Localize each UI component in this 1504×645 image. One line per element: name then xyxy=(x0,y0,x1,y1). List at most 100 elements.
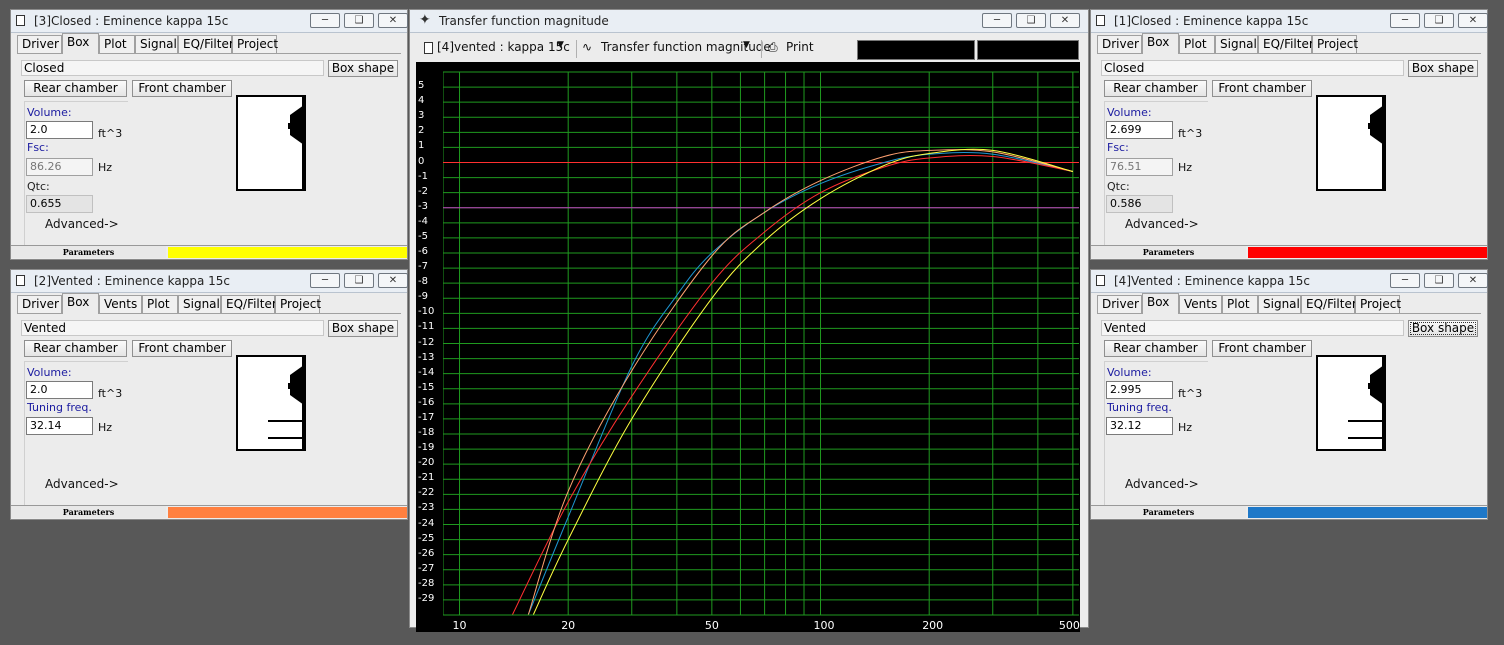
box-shape-image xyxy=(1316,95,1386,191)
y-tick-label: -24 xyxy=(418,517,435,529)
minimize-button[interactable]: ─ xyxy=(310,273,340,288)
print-button[interactable]: Print xyxy=(786,40,814,54)
tab-signal[interactable]: Signal xyxy=(1215,35,1258,53)
rear-chamber-button[interactable]: Rear chamber xyxy=(1104,80,1207,97)
y-tick-label: -28 xyxy=(418,577,435,589)
minimize-button[interactable]: ─ xyxy=(1390,13,1420,28)
x-tick-label: 100 xyxy=(813,619,835,632)
rear-chamber-button[interactable]: Rear chamber xyxy=(24,80,127,97)
box-shape-button[interactable]: Box shape xyxy=(328,320,398,337)
freq-input[interactable]: 32.14 xyxy=(26,417,93,435)
plot-window-title: Transfer function magnitude xyxy=(439,14,609,28)
parameters-label: Parameters xyxy=(11,246,166,258)
rear-chamber-button[interactable]: Rear chamber xyxy=(1104,340,1207,357)
parameters-bar: Parameters xyxy=(1091,505,1487,519)
tab-signal[interactable]: Signal xyxy=(135,35,178,53)
close-button[interactable]: ✕ xyxy=(1050,13,1080,28)
y-tick-label: 4 xyxy=(418,95,425,107)
box-shape-button[interactable]: Box shape xyxy=(328,60,398,77)
freq-input[interactable]: 86.26 xyxy=(26,158,93,176)
tab-project[interactable]: Project xyxy=(1312,35,1358,53)
tab-box[interactable]: Box xyxy=(62,293,99,314)
tab-vents[interactable]: Vents xyxy=(1179,295,1222,313)
tab-eqfilter[interactable]: EQ/Filter xyxy=(221,295,277,313)
chevron-down-icon[interactable]: ▼ xyxy=(557,40,564,50)
advanced-link[interactable]: Advanced-> xyxy=(1125,477,1199,491)
project-select[interactable]: [4]vented : kappa 15c xyxy=(437,40,570,54)
title-bar[interactable]: [3]Closed : Eminence kappa 15c ─ ❑ ✕ xyxy=(11,10,408,33)
box-shape-button[interactable]: Box shape xyxy=(1408,60,1478,77)
front-chamber-button[interactable]: Front chamber xyxy=(132,80,232,97)
tab-eqfilter[interactable]: EQ/Filter xyxy=(1301,295,1357,313)
close-button[interactable]: ✕ xyxy=(1458,13,1488,28)
box-shape-button[interactable]: Box shape xyxy=(1408,320,1478,337)
series-color-swatch[interactable] xyxy=(1248,247,1487,258)
window-title: [4]Vented : Eminence kappa 15c xyxy=(1114,274,1310,288)
tab-eqfilter[interactable]: EQ/Filter xyxy=(1258,35,1314,53)
minimize-button[interactable]: ─ xyxy=(310,13,340,28)
maximize-button[interactable]: ❑ xyxy=(1016,13,1046,28)
front-chamber-button[interactable]: Front chamber xyxy=(132,340,232,357)
tab-project[interactable]: Project xyxy=(232,35,278,53)
series-color-swatch[interactable] xyxy=(168,507,407,518)
box-type-display: Closed xyxy=(1101,60,1404,76)
close-button[interactable]: ✕ xyxy=(378,13,408,28)
maximize-button[interactable]: ❑ xyxy=(344,273,374,288)
tab-box[interactable]: Box xyxy=(1142,33,1179,54)
readout-box-1 xyxy=(857,40,975,60)
tab-signal[interactable]: Signal xyxy=(1258,295,1301,313)
maximize-button[interactable]: ❑ xyxy=(1424,273,1454,288)
rear-chamber-button[interactable]: Rear chamber xyxy=(24,340,127,357)
minimize-button[interactable]: ─ xyxy=(982,13,1012,28)
title-bar[interactable]: [4]Vented : Eminence kappa 15c ─ ❑ ✕ xyxy=(1091,270,1488,293)
tab-project[interactable]: Project xyxy=(1355,295,1401,313)
y-tick-label: -29 xyxy=(418,592,435,604)
transfer-function-plot[interactable]: 5 4 3 2 1 0 -1 -2 -3 -4 -5 -6 -7 -8 -9 -10 -11 -12 -13 -14-… xyxy=(416,62,1080,632)
y-tick-label: -26 xyxy=(418,547,435,559)
tab-project[interactable]: Project xyxy=(275,295,321,313)
front-chamber-button[interactable]: Front chamber xyxy=(1212,80,1312,97)
tab-driver[interactable]: Driver xyxy=(1097,295,1142,313)
tab-box[interactable]: Box xyxy=(62,33,99,54)
tab-eqfilter[interactable]: EQ/Filter xyxy=(178,35,234,53)
close-button[interactable]: ✕ xyxy=(378,273,408,288)
maximize-button[interactable]: ❑ xyxy=(1424,13,1454,28)
tab-driver[interactable]: Driver xyxy=(17,295,62,313)
freq-input[interactable]: 32.12 xyxy=(1106,417,1173,435)
tab-signal[interactable]: Signal xyxy=(178,295,221,313)
tab-plot[interactable]: Plot xyxy=(99,35,135,53)
tab-plot[interactable]: Plot xyxy=(1179,35,1215,53)
transfer-function-window: ✦ Transfer function magnitude ─ ❑ ✕ [4]v… xyxy=(409,9,1089,632)
tab-plot[interactable]: Plot xyxy=(1222,295,1258,313)
y-tick-label: 2 xyxy=(418,125,425,137)
volume-input[interactable]: 2.0 xyxy=(26,121,93,139)
y-tick-label: -16 xyxy=(418,396,435,408)
advanced-link[interactable]: Advanced-> xyxy=(45,477,119,491)
series-line-3 xyxy=(527,149,1074,616)
close-button[interactable]: ✕ xyxy=(1458,273,1488,288)
tab-driver[interactable]: Driver xyxy=(1097,35,1142,53)
box-shape-image xyxy=(236,95,306,191)
tab-box[interactable]: Box xyxy=(1142,293,1179,314)
volume-input[interactable]: 2.995 xyxy=(1106,381,1173,399)
advanced-link[interactable]: Advanced-> xyxy=(1125,217,1199,231)
qtc-value: 0.586 xyxy=(1106,195,1173,213)
title-bar[interactable]: [1]Closed : Eminence kappa 15c ─ ❑ ✕ xyxy=(1091,10,1488,33)
volume-input[interactable]: 2.0 xyxy=(26,381,93,399)
y-tick-label: -21 xyxy=(418,472,435,484)
advanced-link[interactable]: Advanced-> xyxy=(45,217,119,231)
minimize-button[interactable]: ─ xyxy=(1390,273,1420,288)
chevron-down-icon[interactable]: ▼ xyxy=(743,40,750,50)
title-bar[interactable]: [2]Vented : Eminence kappa 15c ─ ❑ ✕ xyxy=(11,270,408,293)
freq-input[interactable]: 76.51 xyxy=(1106,158,1173,176)
series-color-swatch[interactable] xyxy=(168,247,407,258)
tab-vents[interactable]: Vents xyxy=(99,295,142,313)
maximize-button[interactable]: ❑ xyxy=(344,13,374,28)
series-color-swatch[interactable] xyxy=(1248,507,1487,518)
printer-icon[interactable]: ⎙ xyxy=(768,40,778,55)
tab-plot[interactable]: Plot xyxy=(142,295,178,313)
tab-driver[interactable]: Driver xyxy=(17,35,62,53)
plot-title-bar[interactable]: ✦ Transfer function magnitude ─ ❑ ✕ xyxy=(410,10,1088,33)
front-chamber-button[interactable]: Front chamber xyxy=(1212,340,1312,357)
volume-input[interactable]: 2.699 xyxy=(1106,121,1173,139)
